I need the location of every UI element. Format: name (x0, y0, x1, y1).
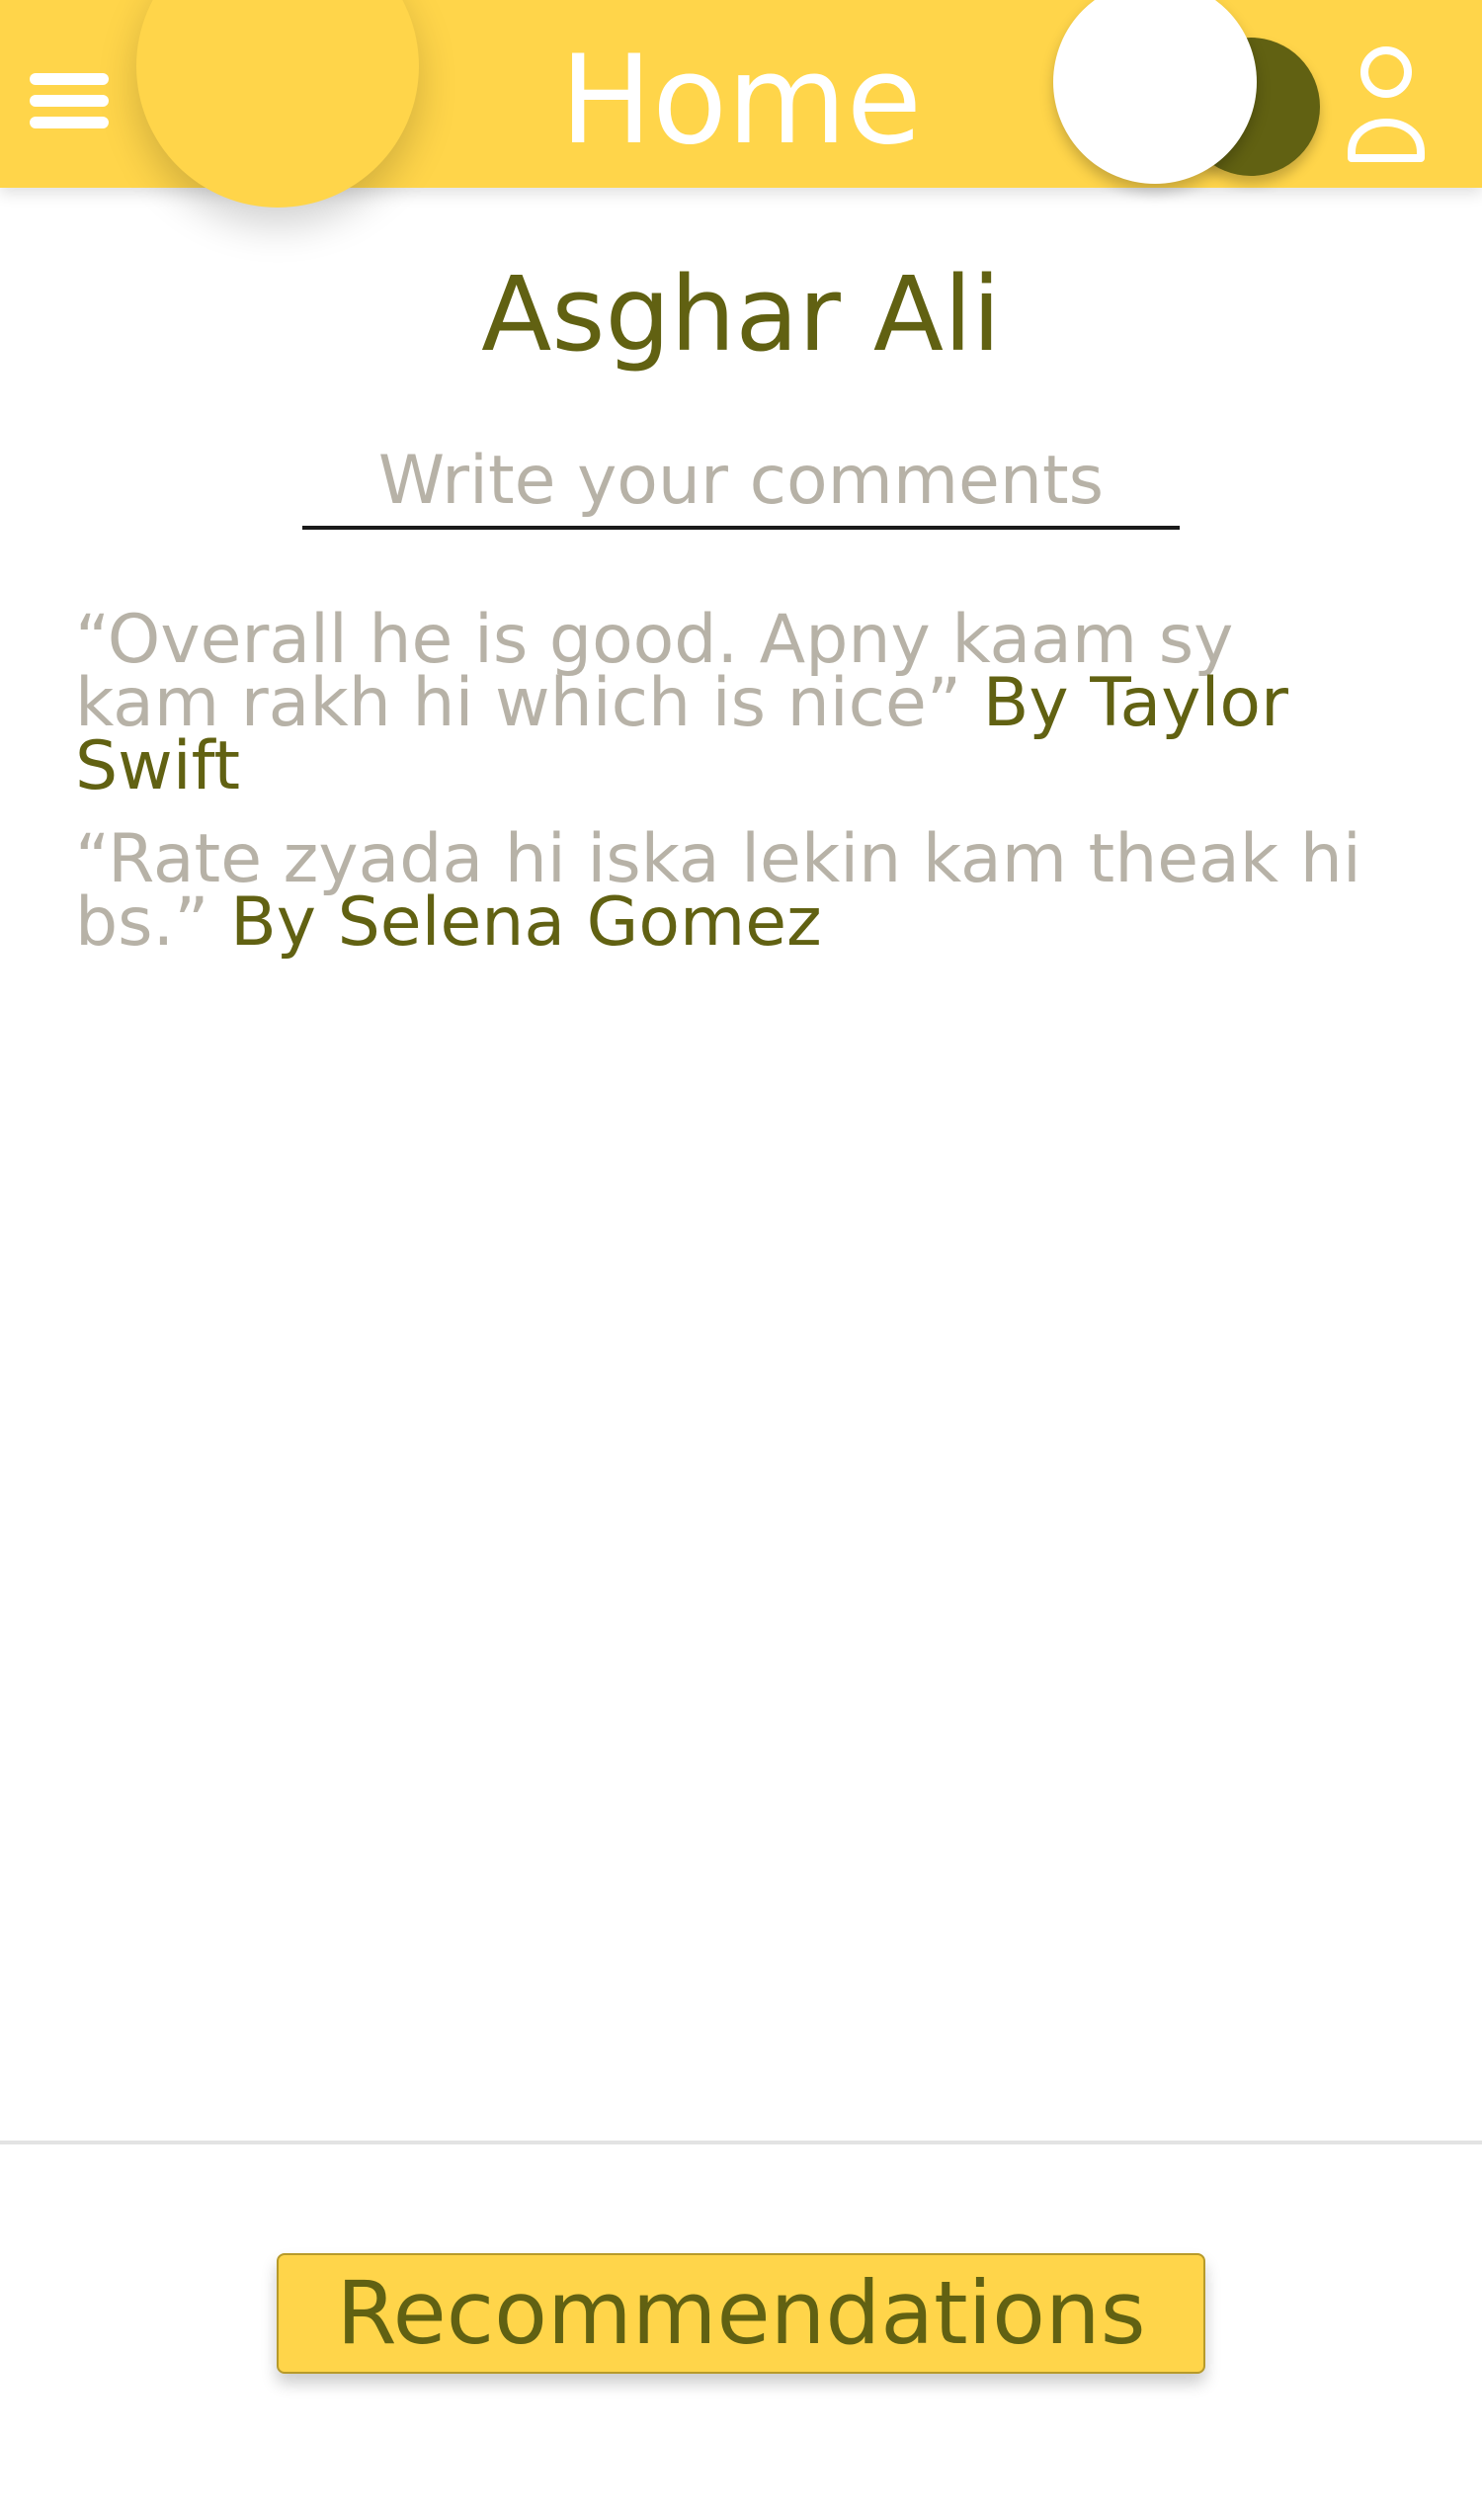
divider (0, 2141, 1482, 2144)
recommendations-button[interactable]: Recommendations (277, 2253, 1205, 2374)
theme-toggle[interactable] (1047, 0, 1324, 188)
comment-item: “Rate zyada hi iska lekin kam theak hi b… (75, 826, 1399, 957)
profile-button[interactable] (1342, 43, 1431, 164)
comment-author: By Selena Gomez (230, 883, 822, 962)
profile-name: Asghar Ali (481, 254, 1001, 375)
profile-icon (1348, 46, 1425, 162)
comment-input[interactable] (302, 435, 1180, 530)
comment-item: “Overall he is good. Apny kaam sy kam ra… (75, 607, 1399, 800)
comment-list: “Overall he is good. Apny kaam sy kam ra… (75, 607, 1399, 984)
